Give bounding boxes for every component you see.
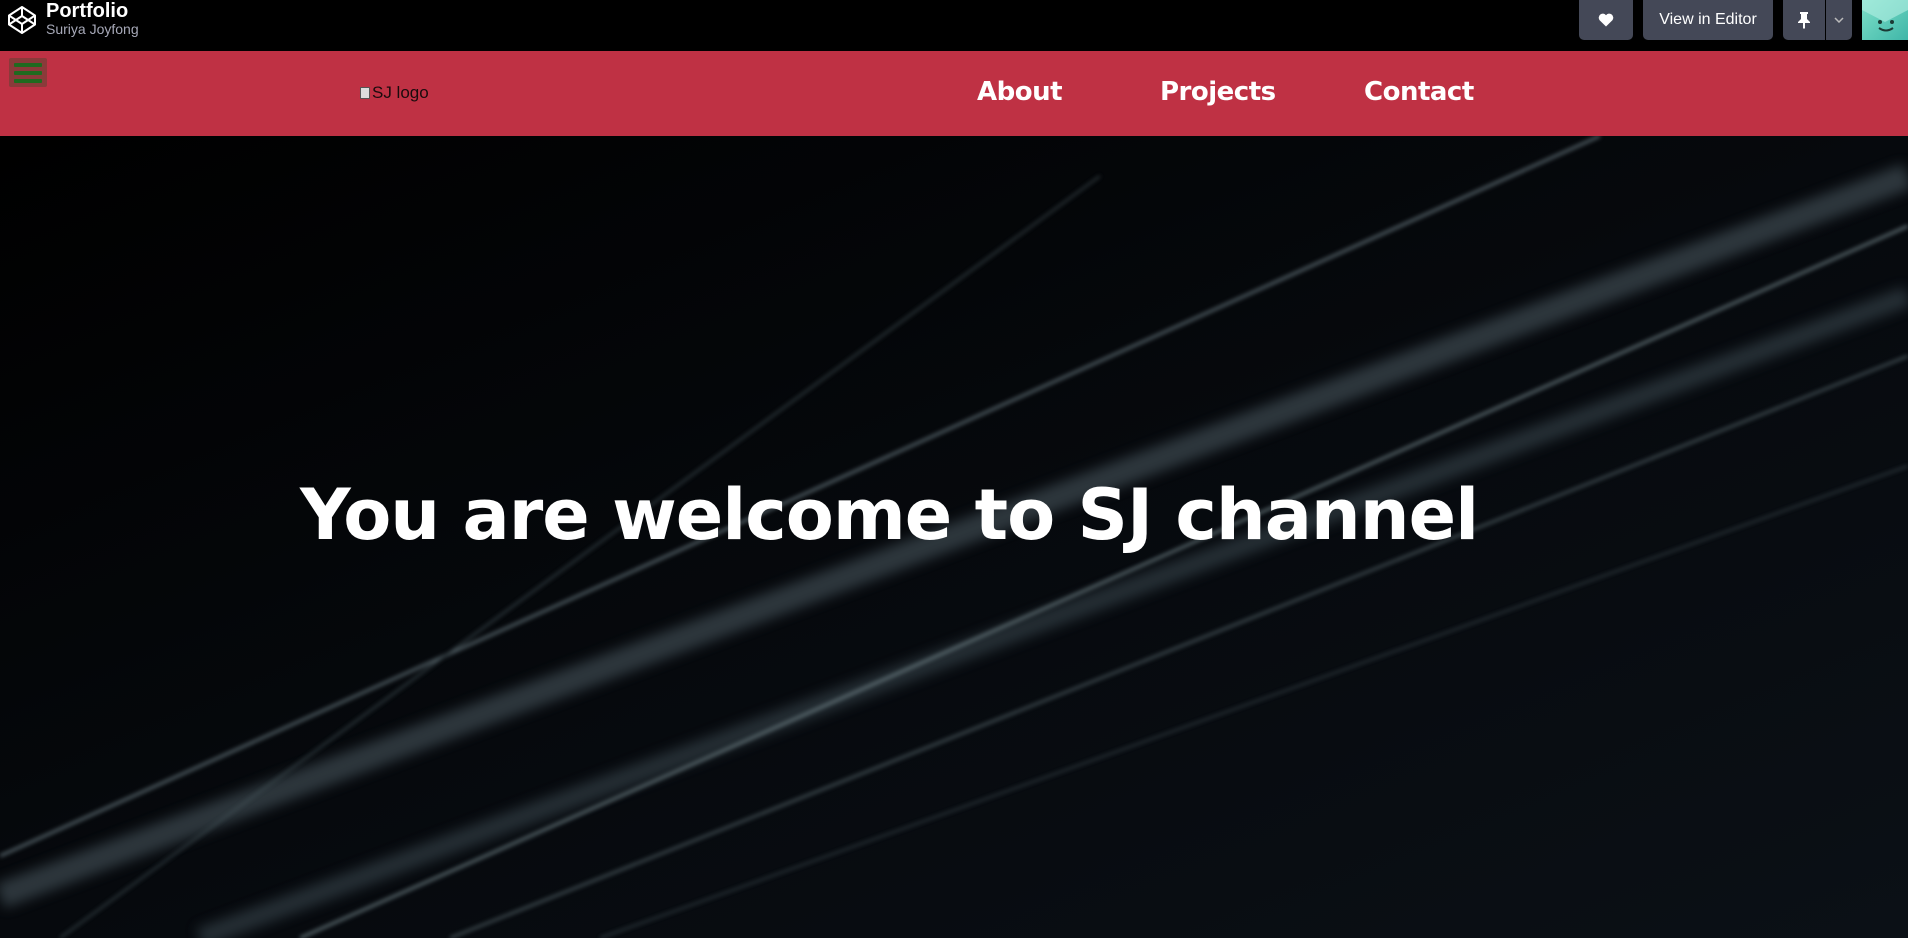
nav-link-about[interactable]: About <box>977 77 1063 107</box>
heart-icon <box>1598 13 1614 27</box>
hamburger-icon <box>14 62 42 67</box>
avatar-icon <box>1862 0 1908 32</box>
codepen-logo-icon[interactable] <box>6 4 38 36</box>
nav-link-projects[interactable]: Projects <box>1160 77 1276 107</box>
hero-section: You are welcome to SJ channel <box>0 136 1908 938</box>
hero-heading: You are welcome to SJ channel <box>299 474 1479 556</box>
logo-alt-text: SJ logo <box>372 83 429 102</box>
chevron-down-icon <box>1834 17 1844 23</box>
view-in-editor-button[interactable]: View in Editor <box>1643 0 1773 40</box>
pin-button[interactable] <box>1783 0 1825 40</box>
love-button[interactable] <box>1579 0 1633 40</box>
pin-icon <box>1798 12 1810 29</box>
nav-link-contact[interactable]: Contact <box>1364 77 1474 107</box>
codepen-top-bar: Portfolio Suriya Joyfong View in Editor <box>0 0 1908 51</box>
pin-options-button[interactable] <box>1826 0 1852 40</box>
broken-image-icon <box>360 87 370 99</box>
user-avatar[interactable] <box>1862 0 1908 40</box>
pen-title[interactable]: Portfolio <box>46 0 128 22</box>
site-navbar: SJ logo About Projects Contact <box>0 51 1908 136</box>
pen-author[interactable]: Suriya Joyfong <box>46 20 139 38</box>
site-logo[interactable]: SJ logo <box>360 83 429 103</box>
menu-toggle-button[interactable] <box>9 58 47 87</box>
